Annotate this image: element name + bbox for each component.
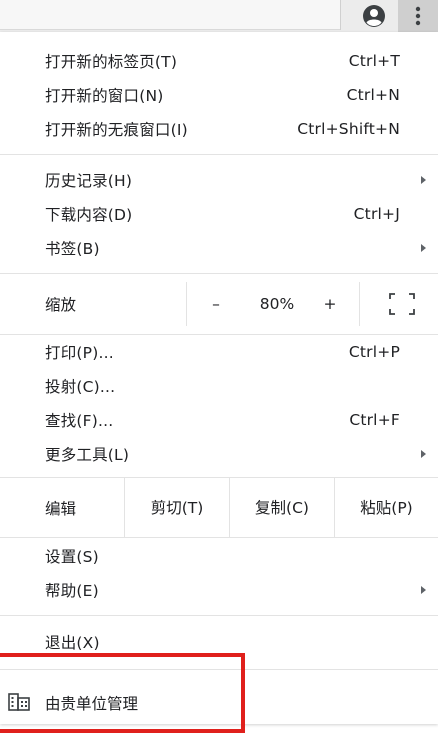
menu-item-help[interactable]: 帮助(E) <box>0 573 438 607</box>
menu-item-label: 书签(B) <box>45 240 100 258</box>
menu-separator <box>0 154 438 155</box>
menu-item-downloads[interactable]: 下载内容(D) Ctrl+J <box>0 197 438 231</box>
zoom-label: 缩放 <box>45 296 77 314</box>
copy-button[interactable]: 复制(C) <box>229 477 334 537</box>
chrome-menu: 打开新的标签页(T) Ctrl+T 打开新的窗口(N) Ctrl+N 打开新的无… <box>0 32 438 724</box>
menu-item-shortcut: Ctrl+N <box>346 86 400 104</box>
more-vertical-icon <box>415 6 421 26</box>
zoom-row: 缩放 – 80% + <box>0 282 438 326</box>
submenu-arrow-icon <box>421 176 426 184</box>
menu-item-label: 打开新的无痕窗口(I) <box>45 121 188 139</box>
zoom-in-button[interactable]: + <box>310 282 350 326</box>
edit-row: 编辑 剪切(T) 复制(C) 粘贴(P) <box>0 477 438 537</box>
menu-item-label: 下载内容(D) <box>45 206 133 224</box>
menu-separator <box>0 669 438 670</box>
menu-item-managed-by-organization[interactable]: 由贵单位管理 <box>0 679 438 724</box>
menu-item-bookmarks[interactable]: 书签(B) <box>0 231 438 265</box>
edit-label: 编辑 <box>45 500 77 518</box>
menu-item-label: 设置(S) <box>45 548 99 566</box>
zoom-out-label: – <box>212 295 220 313</box>
toolbar-divider <box>340 0 341 30</box>
zoom-value: 80% <box>259 295 295 313</box>
menu-item-label: 历史记录(H) <box>45 172 133 190</box>
zoom-level: 80% <box>246 282 308 326</box>
menu-item-label: 帮助(E) <box>45 582 99 600</box>
cut-button[interactable]: 剪切(T) <box>124 477 229 537</box>
menu-item-label: 更多工具(L) <box>45 446 130 464</box>
menu-item-label: 打开新的标签页(T) <box>45 53 178 71</box>
zoom-in-label: + <box>323 295 337 313</box>
browser-toolbar <box>0 0 438 32</box>
menu-item-shortcut: Ctrl+Shift+N <box>297 120 400 138</box>
address-bar-area <box>0 0 340 30</box>
menu-item-settings[interactable]: 设置(S) <box>0 539 438 573</box>
menu-item-print[interactable]: 打印(P)... Ctrl+P <box>0 335 438 369</box>
paste-label: 粘贴(P) <box>360 499 413 517</box>
menu-item-exit[interactable]: 退出(X) <box>0 625 438 659</box>
menu-item-new-window[interactable]: 打开新的窗口(N) Ctrl+N <box>0 78 438 112</box>
submenu-arrow-icon <box>421 244 426 252</box>
account-circle-icon <box>363 5 385 27</box>
menu-item-shortcut: Ctrl+T <box>348 52 400 70</box>
menu-item-cast[interactable]: 投射(C)... <box>0 369 438 403</box>
menu-item-label: 打开新的窗口(N) <box>45 87 164 105</box>
copy-label: 复制(C) <box>255 499 309 517</box>
paste-button[interactable]: 粘贴(P) <box>334 477 438 537</box>
menu-separator <box>0 537 438 538</box>
managed-label: 由贵单位管理 <box>45 695 139 713</box>
chrome-menu-button[interactable] <box>398 0 438 32</box>
fullscreen-button[interactable] <box>380 282 424 326</box>
menu-item-label: 退出(X) <box>45 634 100 652</box>
submenu-arrow-icon <box>421 586 426 594</box>
menu-item-history[interactable]: 历史记录(H) <box>0 163 438 197</box>
menu-item-new-tab[interactable]: 打开新的标签页(T) Ctrl+T <box>0 44 438 78</box>
profile-button[interactable] <box>361 3 387 29</box>
cut-label: 剪切(T) <box>150 499 204 517</box>
menu-item-more-tools[interactable]: 更多工具(L) <box>0 437 438 471</box>
building-icon <box>8 693 30 711</box>
menu-item-new-incognito-window[interactable]: 打开新的无痕窗口(I) Ctrl+Shift+N <box>0 112 438 146</box>
menu-item-label: 打印(P)... <box>45 344 114 362</box>
zoom-out-button[interactable]: – <box>196 282 236 326</box>
menu-separator <box>0 615 438 616</box>
menu-separator <box>0 273 438 274</box>
menu-item-label: 查找(F)... <box>45 412 114 430</box>
menu-item-label: 投射(C)... <box>45 378 116 396</box>
menu-item-shortcut: Ctrl+J <box>353 205 400 223</box>
menu-item-shortcut: Ctrl+F <box>349 411 400 429</box>
menu-item-shortcut: Ctrl+P <box>348 343 400 361</box>
submenu-arrow-icon <box>421 450 426 458</box>
fullscreen-icon <box>389 293 415 315</box>
menu-item-find[interactable]: 查找(F)... Ctrl+F <box>0 403 438 437</box>
